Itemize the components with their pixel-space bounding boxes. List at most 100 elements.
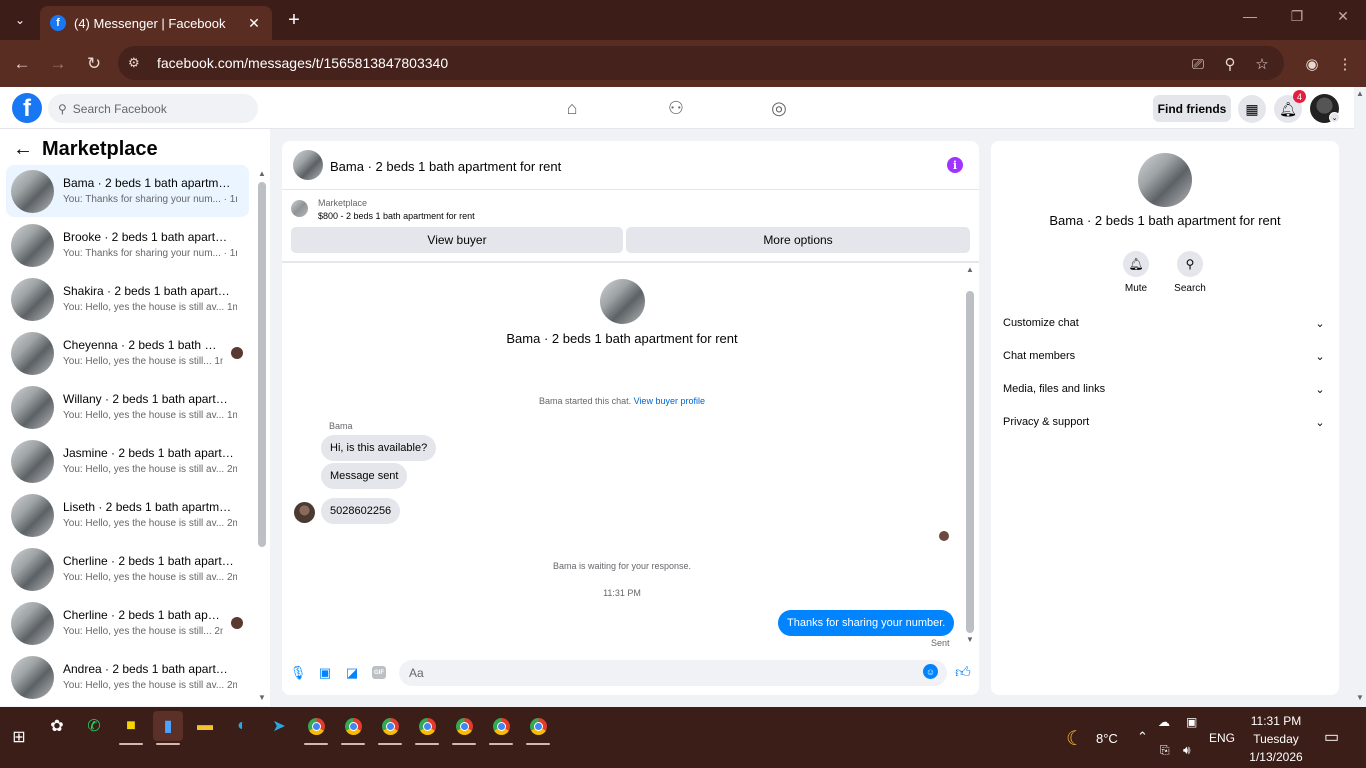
- message-input-box[interactable]: [399, 660, 947, 686]
- search-action[interactable]: ⚲ Search: [1165, 251, 1215, 294]
- chrome-icon[interactable]: [523, 711, 553, 745]
- customize-chat-section[interactable]: Customize chat ⌄: [1003, 308, 1327, 338]
- listing-thumbnail[interactable]: [291, 200, 308, 217]
- view-buyer-button[interactable]: View buyer: [291, 227, 623, 253]
- chat-title[interactable]: Bama · 2 beds 1 bath apartment for rent: [330, 159, 561, 174]
- page-scroll-down-icon[interactable]: ▼: [1354, 693, 1366, 702]
- chat-members-section[interactable]: Chat members ⌄: [1003, 341, 1327, 371]
- menu-grid-icon[interactable]: ▦: [1238, 95, 1266, 123]
- windows-start-icon[interactable]: ⊞: [4, 722, 34, 752]
- notifications-icon[interactable]: ▭: [1324, 727, 1339, 747]
- onedrive-icon[interactable]: ☁: [1158, 715, 1170, 729]
- facebook-search[interactable]: ⚲: [48, 94, 258, 123]
- bookmark-star-icon[interactable]: ☆: [1250, 52, 1274, 76]
- close-window-icon[interactable]: ✕: [1331, 8, 1355, 25]
- edge-icon[interactable]: ◐: [227, 711, 257, 741]
- back-icon[interactable]: ←: [10, 52, 34, 76]
- incoming-message[interactable]: Hi, is this available?: [321, 435, 437, 461]
- file-explorer-icon[interactable]: ▬: [190, 711, 220, 741]
- conversation-item[interactable]: Shakira · 2 beds 1 bath apartment for re…: [6, 273, 249, 325]
- minimize-icon[interactable]: —: [1238, 8, 1262, 24]
- conversation-item[interactable]: Bama · 2 beds 1 bath apartment for rent …: [6, 165, 249, 217]
- language-indicator[interactable]: ENG: [1209, 731, 1235, 745]
- sticker-icon[interactable]: ◪: [344, 665, 360, 681]
- restore-icon[interactable]: ❐: [1285, 8, 1309, 25]
- microphone-icon[interactable]: 🎙︎: [290, 665, 307, 681]
- home-icon[interactable]: ⌂: [560, 97, 584, 119]
- whatsapp-icon[interactable]: ✆: [79, 711, 109, 741]
- address-bar[interactable]: ⚙ facebook.com/messages/t/15658138478033…: [118, 46, 1284, 80]
- browser-tab[interactable]: f (4) Messenger | Facebook ✕: [40, 6, 272, 40]
- details-avatar[interactable]: [1138, 153, 1192, 207]
- clock[interactable]: 11:31 PM Tuesday 1/13/2026: [1240, 712, 1312, 766]
- browser-menu-icon[interactable]: ⋮: [1333, 52, 1357, 76]
- groups-icon[interactable]: ◎: [767, 97, 791, 119]
- chrome-icon[interactable]: [412, 711, 442, 745]
- tab-search-chevron-icon[interactable]: ⌄: [8, 8, 32, 32]
- chat-avatar[interactable]: [293, 150, 323, 180]
- conversation-item[interactable]: Brooke · 2 beds 1 bath apartment for ren…: [6, 219, 249, 271]
- page-scrollbar[interactable]: ▲ ▼: [1354, 87, 1366, 707]
- message-input[interactable]: [409, 666, 909, 680]
- conversation-item[interactable]: Cherline · 2 beds 1 bath apartment for r…: [6, 543, 249, 595]
- emoji-icon[interactable]: ☺: [923, 664, 938, 679]
- scroll-down-icon[interactable]: ▼: [258, 693, 266, 702]
- chrome-icon[interactable]: [375, 711, 405, 745]
- facebook-logo-icon[interactable]: f: [12, 93, 42, 123]
- outgoing-message[interactable]: Thanks for sharing your number.: [778, 610, 955, 636]
- reload-icon[interactable]: ↻: [82, 52, 106, 76]
- sender-avatar[interactable]: [294, 502, 315, 523]
- show-hidden-icons-icon[interactable]: ⌃: [1137, 729, 1148, 745]
- forward-icon[interactable]: →: [46, 52, 70, 76]
- incoming-message[interactable]: 5028602256: [321, 498, 401, 524]
- chat-scroll-down-icon[interactable]: ▼: [966, 635, 974, 644]
- photo-icon[interactable]: ▣: [317, 665, 333, 681]
- temperature[interactable]: 8°C: [1096, 731, 1118, 746]
- privacy-support-section[interactable]: Privacy & support ⌄: [1003, 407, 1327, 437]
- camera-icon[interactable]: ▣: [1186, 715, 1197, 729]
- telegram-icon[interactable]: ➤: [264, 711, 294, 741]
- app-icon[interactable]: ▮: [153, 711, 183, 745]
- bell-icon[interactable]: 🔔︎: [1123, 251, 1149, 277]
- weather-moon-icon[interactable]: ☾: [1066, 726, 1084, 751]
- thumbs-up-icon[interactable]: 👍︎: [954, 664, 972, 682]
- page-scroll-up-icon[interactable]: ▲: [1354, 89, 1366, 98]
- new-tab-icon[interactable]: +: [282, 8, 306, 32]
- conversation-item[interactable]: Jasmine · 2 beds 1 bath apartment for re…: [6, 435, 249, 487]
- conversation-item[interactable]: Cherline · 2 beds 1 bath apartment for r…: [6, 597, 249, 649]
- install-app-icon[interactable]: ⎚: [1186, 52, 1210, 76]
- conversation-item[interactable]: Liseth · 2 beds 1 bath apartment for ren…: [6, 489, 249, 541]
- friends-icon[interactable]: ⚇: [664, 97, 688, 119]
- view-buyer-profile-link[interactable]: View buyer profile: [634, 396, 705, 406]
- copilot-icon[interactable]: ✿: [42, 711, 72, 741]
- info-icon[interactable]: i: [947, 157, 963, 173]
- volume-icon[interactable]: 🔊︎: [1183, 743, 1191, 758]
- profile-icon[interactable]: ◉: [1300, 52, 1324, 76]
- account-chevron-icon[interactable]: ⌄: [1329, 112, 1340, 123]
- chrome-icon[interactable]: [338, 711, 368, 745]
- chrome-icon[interactable]: [486, 711, 516, 745]
- scroll-up-icon[interactable]: ▲: [258, 169, 266, 178]
- conversation-item[interactable]: Cheyenna · 2 beds 1 bath apartment for r…: [6, 327, 249, 379]
- gif-icon[interactable]: GIF: [372, 666, 386, 679]
- chrome-icon[interactable]: [301, 711, 331, 745]
- zoom-icon[interactable]: ⚲: [1218, 52, 1242, 76]
- media-files-links-section[interactable]: Media, files and links ⌄: [1003, 374, 1327, 404]
- site-settings-icon[interactable]: ⚙: [128, 55, 148, 71]
- inbox-scrollbar[interactable]: [258, 182, 266, 547]
- listing-title[interactable]: $800 - 2 beds 1 bath apartment for rent: [318, 211, 475, 221]
- more-options-button[interactable]: More options: [626, 227, 970, 253]
- conversation-item[interactable]: Andrea · 2 beds 1 bath apartment for ren…: [6, 651, 249, 703]
- back-arrow-icon[interactable]: ←: [13, 138, 33, 161]
- tab-close-icon[interactable]: ✕: [246, 15, 262, 32]
- find-friends-button[interactable]: Find friends: [1153, 95, 1231, 122]
- chrome-icon[interactable]: [449, 711, 479, 745]
- facebook-search-input[interactable]: [72, 101, 243, 116]
- chat-scrollbar[interactable]: [966, 291, 974, 633]
- network-icon[interactable]: ⎘: [1160, 743, 1170, 758]
- sticky-notes-icon[interactable]: ■: [116, 711, 146, 745]
- chat-scroll-up-icon[interactable]: ▲: [966, 265, 974, 274]
- conversation-item[interactable]: Willany · 2 beds 1 bath apartment for re…: [6, 381, 249, 433]
- incoming-message[interactable]: Message sent: [321, 463, 408, 489]
- mute-action[interactable]: 🔔︎ Mute: [1111, 251, 1161, 294]
